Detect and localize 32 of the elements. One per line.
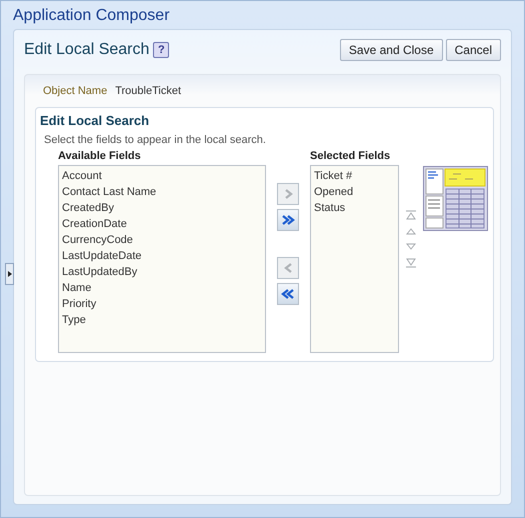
list-item[interactable]: Priority — [62, 296, 262, 312]
help-icon[interactable]: ? — [153, 42, 170, 58]
list-item[interactable]: Status — [314, 200, 395, 216]
double-chevron-icon — [280, 286, 296, 302]
list-item[interactable]: Account — [62, 168, 262, 184]
app-title: Application Composer — [13, 6, 171, 26]
available-fields-list[interactable]: Account Contact Last Name CreatedBy CreationDate CurrencyCode LastUpdateDate LastUpdatedBy Name Priority Type — [58, 165, 266, 353]
move-all-button[interactable] — [277, 209, 299, 231]
double-chevron-icon — [280, 212, 296, 228]
list-item[interactable]: CreatedBy — [62, 200, 262, 216]
cancel-button[interactable]: Cancel — [446, 39, 501, 61]
field-value: TroubleTicket — [115, 85, 182, 97]
list-item[interactable]: CurrencyCode — [62, 232, 262, 248]
list-item[interactable]: Opened — [314, 184, 395, 200]
list-heading: Available Fields — [58, 150, 142, 162]
list-item[interactable]: LastUpdateDate — [62, 248, 262, 264]
page-title: Edit Local Search — [24, 41, 150, 59]
list-heading: Selected Fields — [310, 150, 392, 162]
list-item[interactable]: Ticket # — [314, 168, 395, 184]
list-item[interactable]: CreationDate — [62, 216, 262, 232]
list-item[interactable]: Contact Last Name — [62, 184, 262, 200]
layout-preview-icon — [423, 166, 488, 231]
section-title: Edit Local Search — [39, 113, 150, 128]
field-label: Object Name — [43, 85, 108, 97]
remove-all-button[interactable] — [277, 283, 299, 305]
instructions-text: Select the fields to appear in the local search. — [43, 134, 267, 146]
list-item[interactable]: Type — [62, 312, 262, 328]
list-item[interactable]: Name — [62, 280, 262, 296]
save-and-close-button[interactable]: Save and Close — [340, 39, 443, 61]
list-item[interactable]: LastUpdatedBy — [62, 264, 262, 280]
panel-handle[interactable] — [5, 263, 14, 285]
selected-fields-list[interactable]: Ticket # Opened Status — [310, 165, 399, 353]
